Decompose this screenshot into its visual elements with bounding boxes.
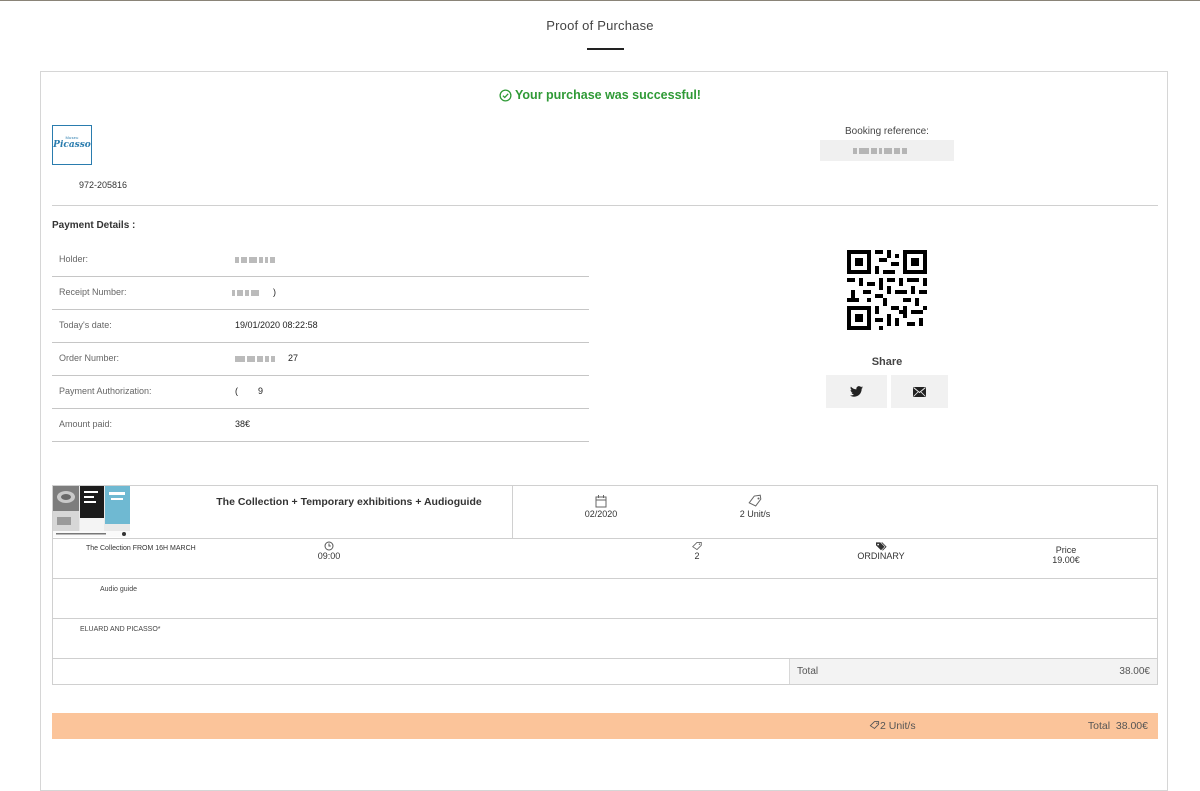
redacted-text — [235, 356, 275, 362]
payment-row-label: Today's date: — [59, 320, 112, 330]
payment-row-holder: Holder: — [52, 244, 589, 277]
ticket-icon — [869, 721, 880, 730]
payment-row-label: Amount paid: — [59, 419, 113, 429]
payment-row-amount: Amount paid: 38€ — [52, 409, 589, 442]
clock-icon — [324, 541, 334, 551]
product-units-value: 2 Unit/s — [739, 509, 771, 519]
payment-row-authorization: Payment Authorization: ( 9 — [52, 376, 589, 409]
payment-row-value: 38€ — [235, 419, 251, 429]
ticket-line-rate-value: ORDINARY — [857, 551, 905, 561]
ticket-line-time: 09:00 — [309, 541, 349, 561]
share-twitter-button[interactable] — [826, 375, 887, 408]
ticket-line-quantity-value: 2 — [694, 551, 700, 561]
check-circle-icon — [499, 89, 512, 102]
product-units: 2 Unit/s — [720, 493, 790, 519]
column-divider — [512, 485, 513, 538]
tags-icon — [876, 542, 887, 551]
summary-units-value: 2 Unit/s — [880, 720, 916, 732]
payment-row-label: Order Number: — [59, 353, 120, 363]
payment-row-order: Order Number: 27 — [52, 343, 589, 376]
product-title: The Collection + Temporary exhibitions +… — [216, 496, 482, 508]
product-date-value: 02/2020 — [584, 509, 618, 519]
payment-details-title: Payment Details : — [52, 220, 136, 231]
payment-row-label: Receipt Number: — [59, 287, 127, 297]
venue-logo: Museu Picasso — [52, 125, 92, 165]
payment-row-label: Payment Authorization: — [59, 386, 152, 396]
ticket-line-name: The Collection FROM 16H MARCH — [86, 545, 196, 552]
redacted-text — [232, 290, 259, 296]
calendar-icon — [595, 495, 607, 508]
ticket-icon — [692, 542, 702, 551]
summary-bar: 2 Unit/s Total 38.00€ — [52, 713, 1158, 739]
section-divider — [52, 205, 1158, 206]
ticket-line-price-value: 19.00€ — [1052, 555, 1080, 565]
ticket-line-time-value: 09:00 — [317, 551, 341, 561]
extra-item-exhibition: ELUARD AND PICASSO* — [80, 626, 161, 633]
payment-row-value: ( 9 — [235, 386, 264, 396]
payment-row-date: Today's date: 19/01/2020 08:22:58 — [52, 310, 589, 343]
share-label: Share — [871, 356, 903, 368]
extra-item-audio-guide: Audio guide — [100, 586, 137, 593]
mail-icon — [913, 386, 926, 397]
order-total-label: Total — [797, 666, 819, 677]
redacted-text — [853, 148, 907, 154]
row-divider — [52, 538, 1158, 539]
row-divider — [52, 618, 1158, 619]
top-border — [0, 0, 1200, 1]
ticket-icon — [748, 494, 762, 507]
row-divider — [52, 578, 1158, 579]
order-total: Total 38.00€ — [789, 659, 1157, 684]
twitter-icon — [850, 386, 863, 397]
ticket-line-price: Price 19.00€ — [1036, 545, 1096, 565]
product-thumbnail — [53, 486, 130, 537]
payment-row-receipt: Receipt Number: ) — [52, 277, 589, 310]
success-message: Your purchase was successful! — [0, 88, 1200, 102]
share-email-button[interactable] — [891, 375, 948, 408]
booking-reference-label: Booking reference: — [845, 126, 929, 137]
product-date: 02/2020 — [570, 493, 632, 519]
venue-phone: 972-205816 — [79, 180, 128, 190]
ticket-line-price-label: Price — [1055, 545, 1077, 555]
ticket-line-quantity: 2 — [682, 541, 712, 561]
payment-row-label: Holder: — [59, 254, 89, 264]
page-title: Proof of Purchase — [546, 18, 654, 33]
payment-row-value: 19/01/2020 08:22:58 — [235, 320, 318, 330]
title-underline — [587, 48, 624, 50]
payment-row-value: 27 — [288, 353, 299, 363]
success-text: Your purchase was successful! — [515, 88, 701, 102]
summary-units: 2 Unit/s — [869, 720, 916, 732]
summary-total: Total 38.00€ — [1087, 720, 1148, 732]
redacted-text — [235, 257, 275, 263]
ticket-line-rate: ORDINARY — [850, 541, 912, 561]
booking-reference-value — [820, 140, 954, 161]
qr-code — [847, 250, 927, 330]
logo-text: Picasso — [53, 140, 91, 150]
payment-row-value: ) — [273, 287, 276, 297]
order-total-value: 38.00€ — [1119, 666, 1150, 677]
